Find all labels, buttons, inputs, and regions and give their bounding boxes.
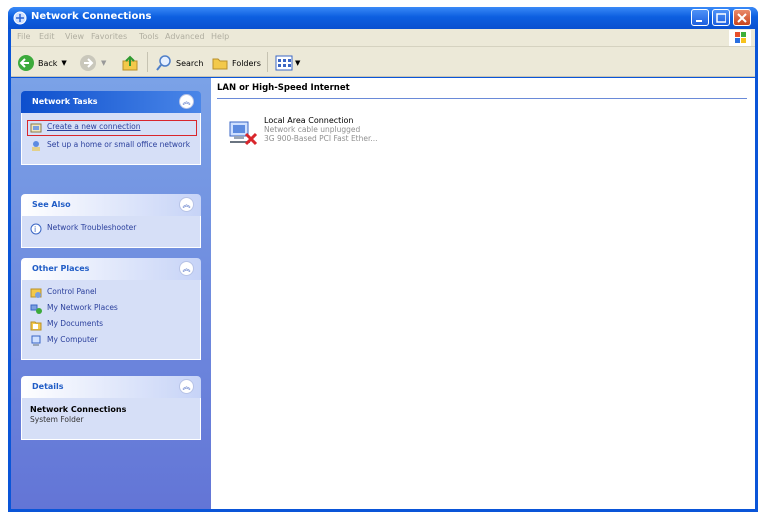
collapse-chevron-icon[interactable]: ︽: [179, 197, 194, 212]
views-grid-icon: [275, 55, 293, 71]
close-icon: [737, 13, 747, 23]
setup-home-network-link[interactable]: Set up a home or small office network: [30, 140, 194, 152]
menu-favorites[interactable]: Favorites: [91, 32, 127, 41]
up-folder-button[interactable]: [121, 53, 139, 73]
troubleshooter-icon: i: [30, 223, 42, 235]
views-button[interactable]: ▼: [275, 53, 300, 73]
task-label: My Computer: [47, 335, 98, 344]
task-label: Create a new connection: [47, 122, 141, 131]
documents-folder-icon: [30, 321, 42, 331]
details-name: Network Connections: [30, 405, 127, 414]
details-body: Network Connections System Folder: [21, 398, 201, 440]
up-folder-icon: [122, 55, 138, 71]
task-label: My Documents: [47, 319, 104, 328]
network-tasks-body: Create a new connection Set up a home or…: [21, 113, 201, 165]
back-button[interactable]: Back ▼: [17, 53, 67, 73]
back-arrow-icon: [18, 55, 34, 71]
connections-list: LAN or High-Speed Internet Local Area Co…: [211, 78, 755, 509]
panel-title: Details: [32, 382, 64, 391]
control-panel-link[interactable]: Control Panel: [30, 287, 194, 299]
network-adapter-disconnected-icon: [229, 121, 258, 146]
toolbar: Back ▼ ▼ Search Folders ▼: [11, 47, 755, 77]
search-icon: [156, 55, 171, 71]
panel-title: See Also: [32, 200, 71, 209]
title-bar[interactable]: Network Connections: [8, 7, 758, 29]
see-also-header[interactable]: See Also ︽: [21, 194, 201, 216]
search-label: Search: [176, 58, 204, 68]
back-dropdown-icon[interactable]: ▼: [61, 59, 66, 67]
collapse-chevron-icon[interactable]: ︽: [179, 261, 194, 276]
my-documents-link[interactable]: My Documents: [30, 319, 194, 331]
connection-name: Local Area Connection: [264, 116, 354, 125]
connection-text: Local Area Connection Network cable unpl…: [264, 116, 378, 150]
windows-logo-icon: [729, 30, 751, 46]
menu-view[interactable]: View: [65, 32, 84, 41]
details-type: System Folder: [30, 415, 84, 424]
connection-device: 3G 900-Based PCI Fast Ether...: [264, 134, 378, 143]
connection-status: Network cable unplugged: [264, 125, 361, 134]
network-tasks-header[interactable]: Network Tasks ︽: [21, 91, 201, 113]
svg-text:i: i: [34, 225, 36, 234]
computer-icon: [31, 335, 41, 346]
task-label: Network Troubleshooter: [47, 223, 137, 232]
details-panel: Details ︽ Network Connections System Fol…: [21, 376, 201, 440]
menu-help[interactable]: Help: [211, 32, 229, 41]
other-places-header[interactable]: Other Places ︽: [21, 258, 201, 280]
my-network-places-link[interactable]: My Network Places: [30, 303, 194, 315]
explorer-window: Network Connections File Edit View Favor…: [8, 7, 758, 512]
maximize-button[interactable]: [712, 9, 730, 26]
details-header[interactable]: Details ︽: [21, 376, 201, 398]
forward-arrow-icon: [80, 55, 96, 71]
menu-tools[interactable]: Tools: [139, 32, 159, 41]
search-button[interactable]: Search: [155, 53, 203, 73]
window-title: Network Connections: [31, 11, 152, 22]
menu-edit[interactable]: Edit: [39, 32, 55, 41]
network-places-icon: [30, 304, 42, 314]
group-header: LAN or High-Speed Internet: [217, 83, 747, 99]
minimize-button[interactable]: [691, 9, 709, 26]
home-network-icon: [32, 141, 40, 151]
other-places-panel: Other Places ︽ Control Panel My Network …: [21, 258, 201, 360]
other-places-body: Control Panel My Network Places My Docum…: [21, 280, 201, 360]
collapse-chevron-icon[interactable]: ︽: [179, 379, 194, 394]
forward-button[interactable]: ▼: [79, 53, 106, 73]
task-pane: Network Tasks ︽ Create a new connection …: [11, 78, 211, 509]
folders-button[interactable]: Folders: [211, 53, 261, 73]
control-panel-icon: [30, 288, 42, 298]
menu-file[interactable]: File: [17, 32, 30, 41]
see-also-body: i Network Troubleshooter: [21, 216, 201, 248]
menu-advanced[interactable]: Advanced: [165, 32, 205, 41]
back-label: Back: [38, 58, 58, 68]
local-area-connection-item[interactable]: Local Area Connection Network cable unpl…: [226, 116, 378, 150]
task-label: Control Panel: [47, 287, 97, 296]
network-tasks-panel: Network Tasks ︽ Create a new connection …: [21, 91, 201, 165]
folder-icon: [212, 58, 228, 70]
close-button[interactable]: [733, 9, 751, 26]
collapse-chevron-icon[interactable]: ︽: [179, 94, 194, 109]
views-dropdown-icon[interactable]: ▼: [295, 59, 300, 67]
forward-dropdown-icon[interactable]: ▼: [101, 59, 106, 67]
see-also-panel: See Also ︽ i Network Troubleshooter: [21, 194, 201, 248]
new-connection-icon: [30, 123, 42, 133]
panel-title: Network Tasks: [32, 97, 98, 106]
maximize-icon: [716, 13, 726, 23]
menu-bar: File Edit View Favorites Tools Advanced …: [11, 29, 755, 47]
folders-label: Folders: [232, 58, 261, 68]
toolbar-separator: [267, 52, 268, 72]
minimize-icon: [696, 20, 702, 22]
my-computer-link[interactable]: My Computer: [30, 335, 194, 347]
network-connections-icon: [13, 11, 27, 25]
task-label: Set up a home or small office network: [47, 140, 191, 149]
panel-title: Other Places: [32, 264, 90, 273]
network-troubleshooter-link[interactable]: i Network Troubleshooter: [30, 223, 194, 235]
task-label: My Network Places: [47, 303, 118, 312]
toolbar-separator: [147, 52, 148, 72]
create-new-connection-link[interactable]: Create a new connection: [27, 120, 197, 136]
